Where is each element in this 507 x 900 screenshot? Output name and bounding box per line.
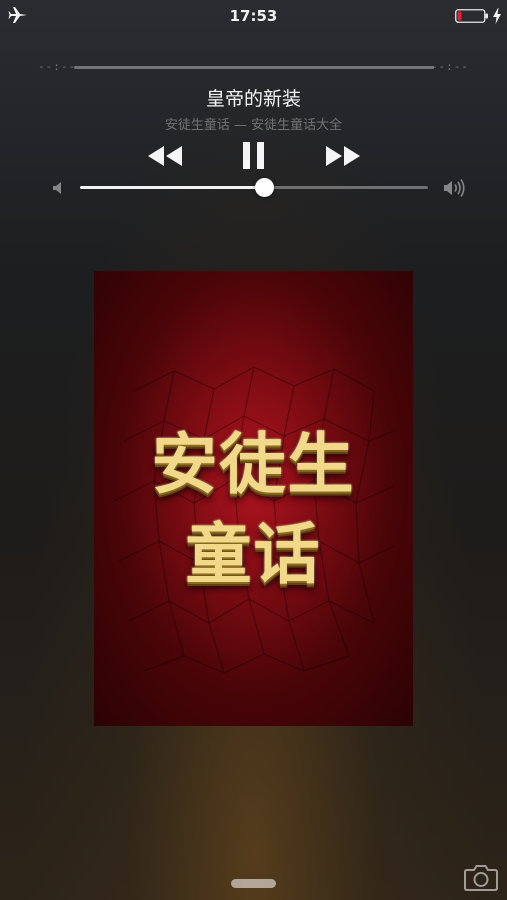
- pause-icon: [243, 142, 264, 169]
- elapsed-time: --:--: [38, 60, 77, 73]
- playback-scrubber[interactable]: --:-- --:--: [0, 60, 507, 76]
- track-title: 皇帝的新装: [205, 88, 301, 110]
- artwork-title-line2: 童话: [185, 516, 322, 593]
- volume-fill: [80, 186, 265, 189]
- fast-forward-button[interactable]: [324, 140, 362, 172]
- charging-bolt-icon: [493, 8, 501, 24]
- home-grabber[interactable]: [231, 879, 276, 888]
- volume-thumb[interactable]: [255, 178, 275, 197]
- pause-button[interactable]: [238, 140, 270, 172]
- remaining-time: --:--: [430, 60, 469, 73]
- transport-controls: [0, 140, 507, 172]
- camera-icon[interactable]: [464, 863, 498, 891]
- rewind-icon: [148, 146, 182, 166]
- status-time: 17:53: [229, 7, 278, 25]
- volume-min-icon: [53, 182, 61, 194]
- lock-screen: 17:53 --:-- --:-- 皇帝的新装 安徒生童话 — 安徒生童话大全: [0, 0, 507, 900]
- scrub-track[interactable]: [74, 66, 434, 69]
- artwork-title-line1: 安徒生: [151, 426, 356, 503]
- battery-low-icon: [455, 9, 488, 23]
- rewind-button[interactable]: [146, 140, 184, 172]
- status-bar: 17:53: [0, 0, 507, 32]
- volume-max-icon: [444, 179, 465, 197]
- volume-slider[interactable]: [80, 178, 428, 197]
- album-artwork: 安徒生 童话: [94, 271, 413, 726]
- track-subtitle: 安徒生童话 — 安徒生童话大全: [164, 118, 343, 133]
- fast-forward-icon: [326, 146, 360, 166]
- volume-control: [0, 176, 507, 200]
